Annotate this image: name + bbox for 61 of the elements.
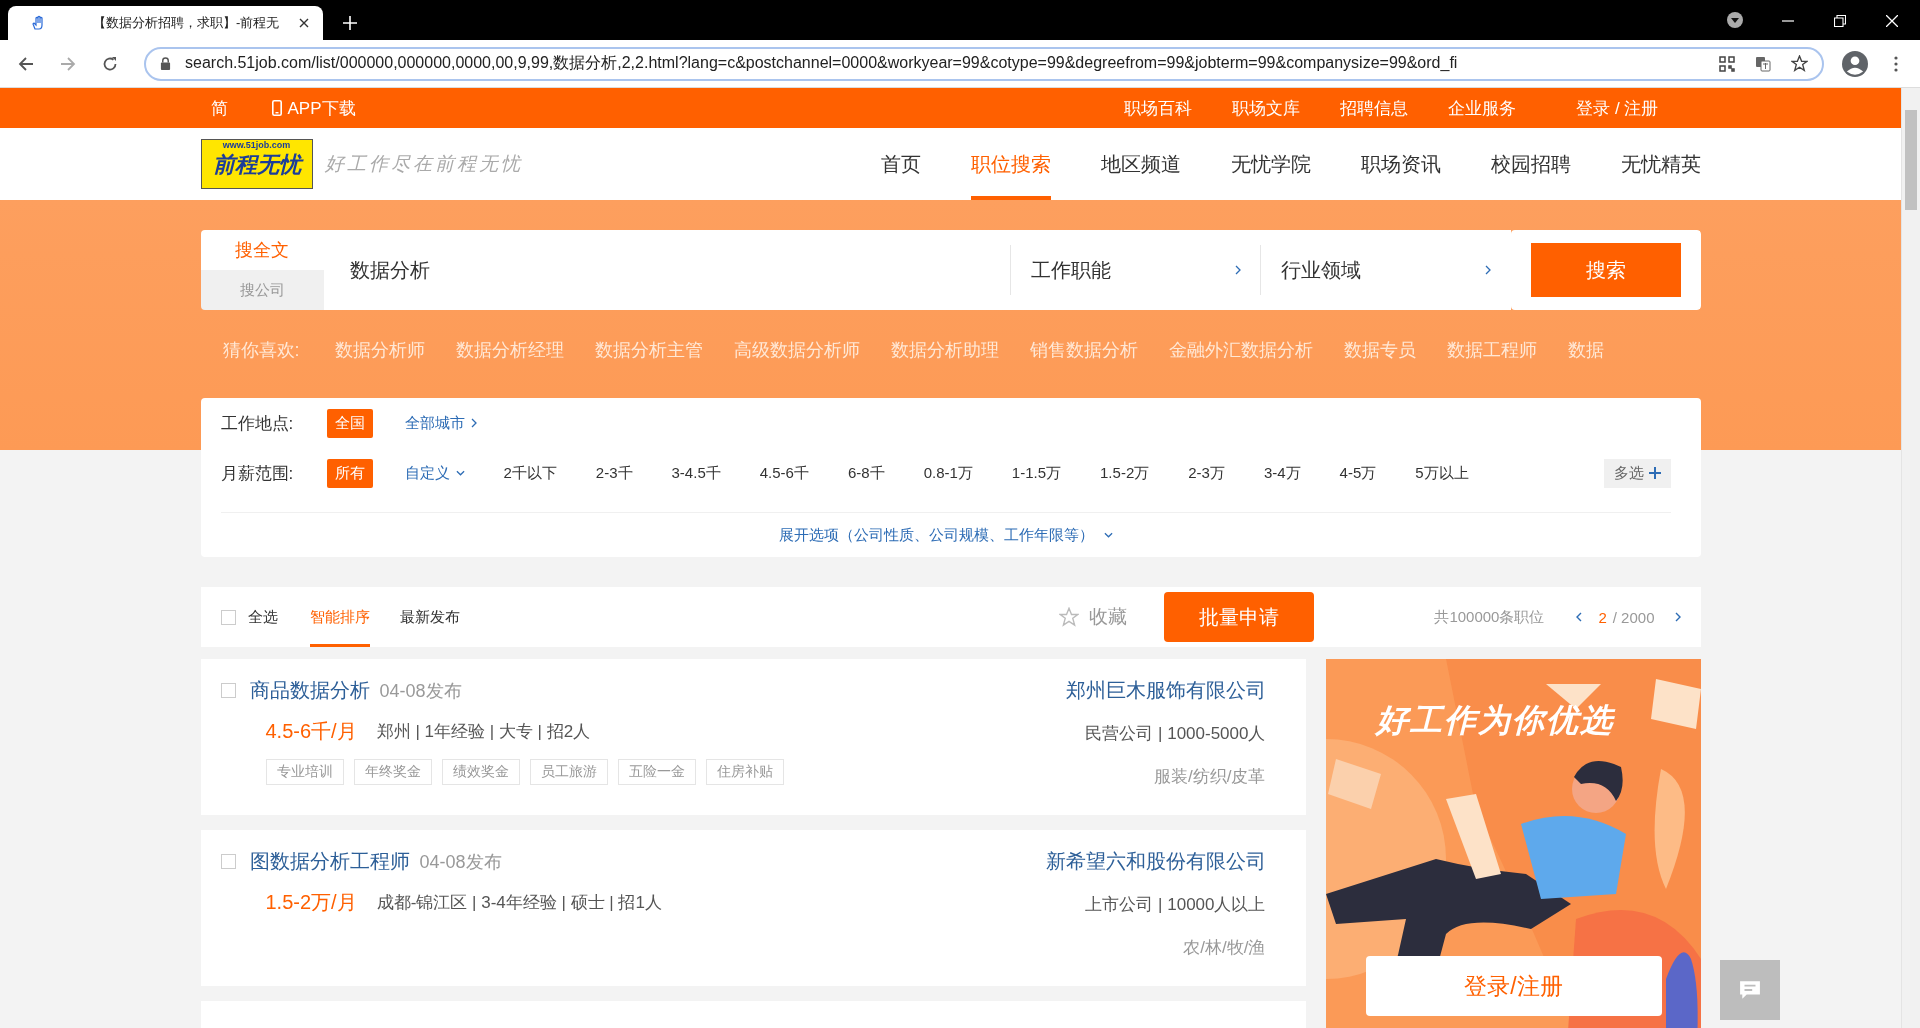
filter-option[interactable]: 3-4万 bbox=[1255, 458, 1309, 488]
filter-option[interactable]: 4.5-6千 bbox=[751, 458, 817, 488]
page-total: / 2000 bbox=[1612, 608, 1655, 626]
slogan: 好工作尽在前程无忧 bbox=[324, 152, 523, 176]
multi-select-button[interactable]: 多选 bbox=[1603, 458, 1671, 488]
nav-tab[interactable]: 职场资讯 bbox=[1360, 128, 1441, 200]
total-count: 共100000条职位 bbox=[1434, 607, 1545, 627]
filter-option[interactable]: 2千以下 bbox=[495, 458, 565, 488]
benefit-tag: 年终奖金 bbox=[353, 759, 432, 785]
benefit-tag: 住房补贴 bbox=[705, 759, 784, 785]
benefit-tag: 员工旅游 bbox=[529, 759, 608, 785]
expand-options-link[interactable]: 展开选项（公司性质、公司规模、工作年限等） bbox=[778, 525, 1113, 545]
job-title-link[interactable]: 图数据分析工程师 bbox=[249, 848, 410, 875]
job-card[interactable]: 商品数据分析 04-08发布 4.5-6千/月 郑州 | 1年经验 | 大专 | 招2人 专业培训 年终奖金 绩效奖金 员工旅游 五险一金 住房补贴 郑州巨木服饰有限公司 民营公司 | 1000-5000人 服装/纺织/皮革 bbox=[200, 659, 1306, 815]
company-link[interactable]: 新希望六和股份有限公司 bbox=[1045, 848, 1266, 875]
current-page: 2 bbox=[1598, 608, 1607, 626]
filter-label: 工作地点: bbox=[220, 412, 295, 435]
industry: 农/林/牧/渔 bbox=[1183, 937, 1266, 959]
company-details: 上市公司 | 10000人以上 bbox=[1085, 894, 1266, 916]
select-all-checkbox[interactable]: 全选 bbox=[220, 607, 278, 627]
filter-option[interactable]: 1-1.5万 bbox=[1003, 458, 1070, 488]
benefit-tag: 五险一金 bbox=[617, 759, 696, 785]
category-selector[interactable]: 行业领域 bbox=[1260, 230, 1511, 310]
nav-tab[interactable]: 无忧学院 bbox=[1230, 128, 1311, 200]
promo-headline: 好工作为你优选 bbox=[1375, 701, 1614, 740]
industry: 服装/纺织/皮革 bbox=[1154, 766, 1266, 788]
nav-tab[interactable]: 地区频道 bbox=[1100, 128, 1181, 200]
job-details: 成都-锦江区 | 3-4年经验 | 硕士 | 招1人 bbox=[376, 892, 662, 914]
salary: 4.5-6千/月 bbox=[265, 719, 357, 744]
filter-option[interactable]: 5万以上 bbox=[1407, 458, 1477, 488]
nav-tab[interactable]: 校园招聘 bbox=[1490, 128, 1571, 200]
nav-tab[interactable]: 首页 bbox=[880, 128, 921, 200]
filter-label: 月薪范围: bbox=[220, 462, 295, 485]
category-selector[interactable]: 工作职能 bbox=[1010, 230, 1261, 310]
tab-title: 【数据分析招聘，求职】-前程无 bbox=[93, 14, 281, 32]
browser-tab[interactable]: 【数据分析招聘，求职】-前程无 bbox=[8, 6, 323, 40]
job-title-link[interactable]: 商品数据分析 bbox=[249, 677, 370, 704]
job-card[interactable]: 图数据分析工程师 04-08发布 1.5-2万/月 成都-锦江区 | 3-4年经验 | 硕士 | 招1人 新希望六和股份有限公司 上市公司 | 10000人以上 农/林/牧/渔 bbox=[200, 830, 1306, 986]
filter-option[interactable]: 4-5万 bbox=[1331, 458, 1385, 488]
company-link[interactable]: 郑州巨木服饰有限公司 bbox=[1065, 677, 1266, 704]
filter-option[interactable]: 0.8-1万 bbox=[915, 458, 981, 488]
custom-dropdown[interactable]: 自定义 bbox=[396, 458, 473, 488]
benefit-tag: 专业培训 bbox=[265, 759, 344, 785]
logo[interactable]: www.51job.com 前程无忧 bbox=[200, 139, 313, 189]
filter-option[interactable]: 6-8千 bbox=[839, 458, 893, 488]
filter-option[interactable]: 2-3万 bbox=[1180, 458, 1233, 488]
filter-option[interactable]: 3-4.5千 bbox=[663, 458, 729, 488]
all-cities-link[interactable]: 全部城市 bbox=[396, 408, 485, 438]
job-details: 郑州 | 1年经验 | 大专 | 招2人 bbox=[376, 721, 591, 743]
benefit-tag: 绩效奖金 bbox=[441, 759, 520, 785]
filter-option[interactable]: 2-3千 bbox=[587, 458, 641, 488]
search-field[interactable]: 数据分析 bbox=[323, 230, 1011, 310]
nav-tab[interactable]: 无忧精英 bbox=[1620, 128, 1701, 200]
sort-tab[interactable]: 最新发布 bbox=[399, 587, 460, 647]
filter-option[interactable]: 1.5-2万 bbox=[1092, 458, 1158, 488]
address-field[interactable]: search.51job.com/list/000000,000000,0000,00,9,99,数据分析,2,2.html?lang=c&postchannel=0000&workyear=99&cotype=99&degreefrom=99&jobterm=99&companysize=99&ord_fi bbox=[144, 46, 1824, 81]
salary: 1.5-2万/月 bbox=[265, 890, 357, 915]
company-details: 民营公司 | 1000-5000人 bbox=[1085, 723, 1266, 745]
post-date: 04-08发布 bbox=[379, 679, 462, 703]
suggestions-label: 猜你喜欢: bbox=[222, 339, 300, 362]
post-date: 04-08发布 bbox=[419, 850, 502, 874]
